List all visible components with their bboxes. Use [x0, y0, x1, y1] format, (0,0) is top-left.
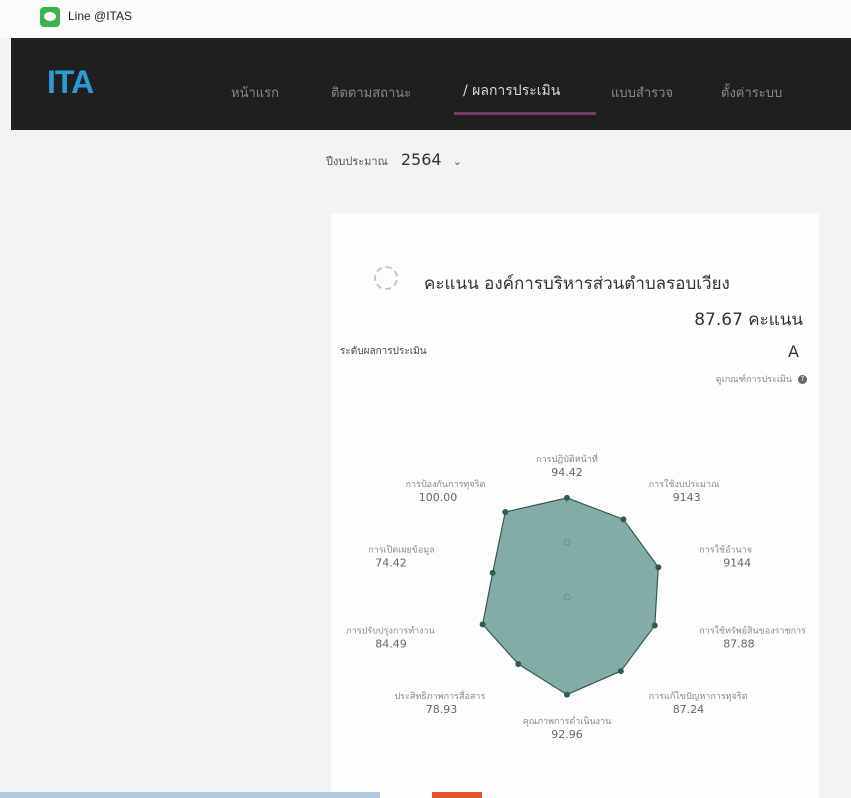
radar-point[interactable]: [515, 661, 522, 668]
radar-point[interactable]: [479, 621, 486, 628]
radar-value-label: 9144: [723, 557, 751, 570]
radar-category-label: ประสิทธิภาพการสื่อสาร: [394, 689, 485, 702]
radar-category-label: การใช้อำนาจ: [699, 545, 752, 556]
bottom-strip-accent: [432, 792, 482, 798]
bottom-strip: [0, 792, 380, 798]
radar-point[interactable]: [655, 564, 662, 571]
radar-category-label: การเปิดเผยข้อมูล: [368, 545, 435, 556]
radar-point[interactable]: [564, 494, 570, 501]
radar-value-label: 9143: [673, 491, 701, 504]
radar-area: [481, 497, 659, 696]
radar-value-label: 100.00: [419, 491, 458, 504]
radar-category-label: การปฏิบัติหน้าที่: [536, 452, 598, 465]
radar-category-label: การปรับปรุงการทำงาน: [346, 625, 434, 636]
radar-category-label: คุณภาพการดำเนินงาน: [523, 716, 612, 727]
radar-point[interactable]: [564, 691, 570, 698]
radar-point[interactable]: [617, 668, 624, 675]
radar-category-label: การใช้งบประมาณ: [649, 479, 720, 490]
radar-value-label: 78.93: [426, 703, 458, 716]
radar-chart: การปฏิบัติหน้าที่94.42 การใช้งบประมาณ9143…: [346, 452, 806, 741]
radar-value-label: 87.88: [723, 637, 755, 650]
radar-value-label: 87.24: [673, 703, 705, 716]
radar-point[interactable]: [651, 622, 658, 629]
radar-category-label: การแก้ไขปัญหาการทุจริต: [649, 691, 748, 702]
radar-point[interactable]: [502, 509, 509, 516]
radar-category-label: การป้องกันการทุจริต: [406, 479, 486, 490]
radar-value-label: 92.96: [551, 728, 583, 741]
radar-value-label: 74.42: [375, 557, 407, 570]
radar-point[interactable]: [620, 516, 627, 523]
radar-category-label: การใช้ทรัพย์สินของราชการ: [699, 624, 806, 636]
radar-point[interactable]: [489, 569, 496, 576]
radar-value-label: 94.42: [551, 466, 583, 479]
radar-value-label: 84.49: [375, 637, 407, 650]
